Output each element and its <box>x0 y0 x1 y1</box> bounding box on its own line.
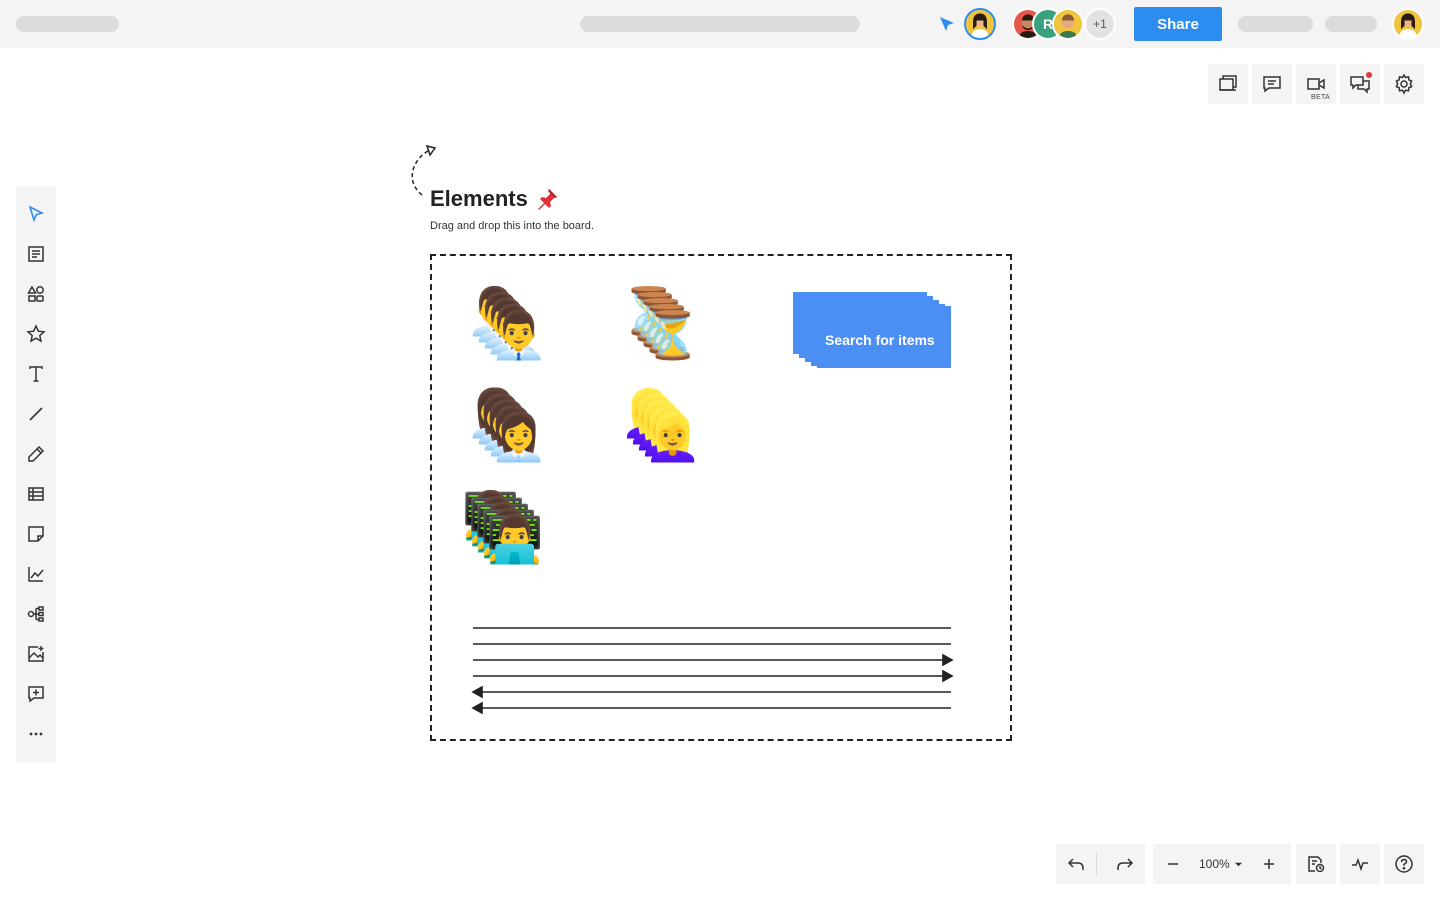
activity-pulse-icon <box>1352 857 1368 872</box>
beta-badge: BETA <box>1311 94 1330 101</box>
user-profile-avatar[interactable] <box>1392 8 1424 40</box>
emoji-layer: ⏳ <box>644 308 702 362</box>
top-bar: R +1 Share <box>0 0 1440 48</box>
chat-button[interactable] <box>1340 64 1380 104</box>
zoom-controls: 100% <box>1153 844 1291 884</box>
zoom-level-value: 100% <box>1199 857 1230 871</box>
comment-tool[interactable] <box>16 674 56 714</box>
plus-icon <box>1263 859 1274 869</box>
search-items-card-stack[interactable]: Search for items <box>793 292 953 370</box>
more-tools-button[interactable] <box>16 714 56 754</box>
collaborator-cursor-icon <box>940 17 954 31</box>
more-collaborators-badge[interactable]: +1 <box>1084 8 1116 40</box>
blonde-woman-emoji-stack[interactable]: 👱‍♀️ 👱‍♀️ 👱‍♀️ 👱‍♀️ 👱‍♀️ <box>620 390 702 470</box>
line-tool[interactable] <box>16 394 56 434</box>
stickers-tool[interactable] <box>16 314 56 354</box>
left-toolbar <box>16 186 56 762</box>
arrowhead-right <box>942 653 954 667</box>
gear-icon <box>1395 73 1413 95</box>
select-tool[interactable] <box>16 194 56 234</box>
ellipsis-icon <box>29 732 43 736</box>
sticky-note-icon <box>28 526 44 542</box>
history-button-inner[interactable] <box>1296 844 1336 884</box>
template-icon <box>28 246 44 262</box>
technologist-emoji-stack[interactable]: 👨‍💻 👨‍💻 👨‍💻 👨‍💻 👨‍💻 <box>462 492 544 572</box>
help-icon <box>1395 855 1413 873</box>
share-button[interactable]: Share <box>1134 7 1222 41</box>
collaborator-avatar[interactable] <box>1052 8 1084 40</box>
activity-button[interactable] <box>1340 844 1380 884</box>
pushpin-icon <box>538 189 557 210</box>
arrowhead-right <box>942 669 954 683</box>
add-comment-icon <box>28 686 44 703</box>
help-button-inner[interactable] <box>1384 844 1424 884</box>
settings-button[interactable] <box>1384 64 1424 104</box>
star-icon <box>26 324 46 343</box>
activity-button-inner[interactable] <box>1340 844 1380 884</box>
table-tool[interactable] <box>16 474 56 514</box>
table-icon <box>28 487 44 501</box>
undo-redo-group <box>1056 844 1145 884</box>
arrowhead-left <box>471 685 483 699</box>
zoom-in-button[interactable] <box>1249 844 1289 884</box>
divider <box>1096 852 1097 876</box>
office-woman-emoji-stack[interactable]: 👩‍💼 👩‍💼 👩‍💼 👩‍💼 👩‍💼 <box>466 390 548 470</box>
office-man-emoji-stack[interactable]: 👨‍💼 👨‍💼 👨‍💼 👨‍💼 👨‍💼 <box>466 288 548 368</box>
chart-tool[interactable] <box>16 554 56 594</box>
comment-icon <box>1263 76 1281 93</box>
mind-map-icon <box>27 606 44 622</box>
pencil-icon <box>28 445 45 462</box>
video-camera-icon <box>1307 78 1325 90</box>
toolbar-placeholder[interactable] <box>1325 16 1377 32</box>
notification-dot <box>1366 72 1372 78</box>
pages-icon <box>1219 75 1237 91</box>
current-user-avatar[interactable] <box>964 8 996 40</box>
image-icon <box>28 646 44 662</box>
zoom-level-dropdown[interactable]: 100% <box>1193 857 1249 871</box>
comments-button[interactable] <box>1252 64 1292 104</box>
history-button[interactable] <box>1296 844 1336 884</box>
arrowhead-left <box>471 701 483 715</box>
text-icon <box>29 366 43 382</box>
caret-down-icon <box>1234 862 1242 866</box>
text-tool[interactable] <box>16 354 56 394</box>
redo-button[interactable] <box>1105 844 1145 884</box>
shapes-tool[interactable] <box>16 274 56 314</box>
connector-lines[interactable] <box>470 620 956 715</box>
breadcrumb-placeholder <box>580 16 860 32</box>
board-section-subtitle: Drag and drop this into the board. <box>430 220 594 232</box>
toolbar-placeholder[interactable] <box>1238 16 1313 32</box>
emoji-layer: 👨‍💻 <box>486 512 544 566</box>
mind-map-tool[interactable] <box>16 594 56 634</box>
document-history-icon <box>1308 856 1325 873</box>
minus-icon <box>1168 863 1178 865</box>
emoji-layer: 👩‍💼 <box>490 410 548 464</box>
image-upload-tool[interactable] <box>16 634 56 674</box>
chart-icon <box>28 567 44 582</box>
redo-icon <box>1117 858 1134 870</box>
undo-icon <box>1067 858 1084 870</box>
help-button[interactable] <box>1384 844 1424 884</box>
pages-button[interactable] <box>1208 64 1248 104</box>
line-icon <box>29 407 43 421</box>
pointer-icon <box>28 205 45 223</box>
video-call-button[interactable]: BETA <box>1296 64 1336 104</box>
undo-button[interactable] <box>1056 844 1096 884</box>
pen-tool[interactable] <box>16 434 56 474</box>
board-section-title: Elements <box>430 186 528 211</box>
emoji-layer: 👱‍♀️ <box>644 410 702 464</box>
board-name-placeholder[interactable] <box>16 16 119 32</box>
templates-tool[interactable] <box>16 234 56 274</box>
hourglass-emoji-stack[interactable]: ⏳ ⏳ ⏳ ⏳ ⏳ <box>620 288 702 368</box>
zoom-out-button[interactable] <box>1153 844 1193 884</box>
shapes-icon <box>27 285 44 302</box>
sticky-note-tool[interactable] <box>16 514 56 554</box>
emoji-layer: 👨‍💼 <box>490 308 548 362</box>
app-window: R +1 Share BETA Elements Drag and drop t… <box>0 0 1440 900</box>
search-card-label: Search for items <box>825 332 935 348</box>
